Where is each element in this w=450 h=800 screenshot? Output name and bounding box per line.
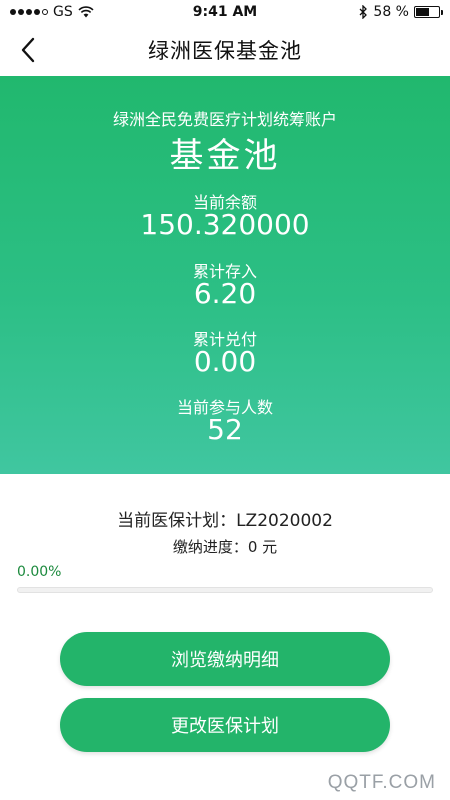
carrier-name: GS — [53, 4, 73, 20]
status-bar: GS 9:41 AM 58 % — [0, 0, 450, 24]
fund-pool-summary: 绿洲全民免费医疗计划统筹账户 基金池 当前余额 150.320000 累计存入 … — [0, 76, 450, 474]
status-time: 9:41 AM — [192, 4, 258, 20]
change-plan-button[interactable]: 更改医保计划 — [60, 698, 390, 752]
stat-value-balance: 150.320000 — [140, 208, 310, 241]
payment-progress: 缴纳进度：0 元 — [172, 538, 278, 556]
battery-percent: 58 % — [373, 4, 409, 20]
view-payment-details-button[interactable]: 浏览缴纳明细 — [60, 632, 390, 686]
watermark: QQTF.COM — [327, 772, 436, 793]
back-button[interactable] — [14, 36, 42, 64]
stat-value-paid-out: 0.00 — [193, 345, 257, 378]
current-plan: 当前医保计划：LZ2020002 — [117, 511, 333, 531]
page-title: 绿洲医保基金池 — [148, 39, 302, 63]
battery-icon — [414, 6, 443, 18]
progress-percent: 0.00% — [17, 564, 62, 580]
account-title: 基金池 — [169, 136, 281, 176]
status-right: 58 % — [359, 4, 443, 20]
account-subtitle: 绿洲全民免费医疗计划统筹账户 — [112, 110, 337, 129]
nav-bar: 绿洲医保基金池 — [0, 24, 450, 76]
status-left: GS — [10, 4, 94, 20]
bluetooth-icon — [359, 5, 368, 19]
stat-value-participants: 52 — [207, 413, 243, 446]
stat-value-deposited: 6.20 — [193, 277, 257, 310]
chevron-left-icon — [21, 37, 35, 63]
wifi-icon — [78, 6, 94, 18]
signal-strength-icon — [10, 9, 48, 15]
battery-fill — [416, 8, 429, 16]
progress-bar — [17, 587, 433, 593]
